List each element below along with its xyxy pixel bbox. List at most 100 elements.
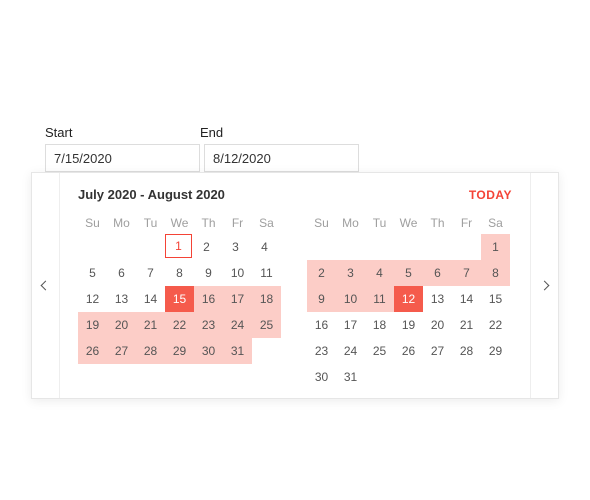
day-cell[interactable]: 11	[252, 260, 281, 286]
day-cell[interactable]: 15	[165, 286, 194, 312]
dow-header: Mo	[336, 212, 365, 234]
dow-header: Th	[194, 212, 223, 234]
day-cell[interactable]: 14	[136, 286, 165, 312]
start-label: Start	[45, 125, 200, 140]
day-cell[interactable]: 4	[365, 260, 394, 286]
day-cell[interactable]: 18	[365, 312, 394, 338]
day-cell[interactable]: 13	[423, 286, 452, 312]
day-cell[interactable]: 23	[194, 312, 223, 338]
dow-header: Su	[78, 212, 107, 234]
dow-header: Mo	[107, 212, 136, 234]
day-cell[interactable]: 11	[365, 286, 394, 312]
day-cell[interactable]: 19	[78, 312, 107, 338]
day-cell[interactable]: 24	[223, 312, 252, 338]
day-cell[interactable]: 16	[194, 286, 223, 312]
day-cell[interactable]: 21	[452, 312, 481, 338]
day-cell[interactable]: 23	[307, 338, 336, 364]
day-cell[interactable]: 6	[423, 260, 452, 286]
day-empty	[78, 234, 107, 260]
end-date-input[interactable]	[204, 144, 359, 172]
day-cell[interactable]: 20	[423, 312, 452, 338]
day-cell[interactable]: 7	[452, 260, 481, 286]
dow-header: Tu	[136, 212, 165, 234]
day-empty	[394, 364, 423, 390]
day-cell[interactable]: 8	[481, 260, 510, 286]
chevron-left-icon	[41, 281, 51, 291]
day-cell[interactable]: 9	[194, 260, 223, 286]
dow-header: We	[165, 212, 194, 234]
day-cell[interactable]: 12	[78, 286, 107, 312]
range-title: July 2020 - August 2020	[78, 187, 225, 202]
day-cell[interactable]: 31	[336, 364, 365, 390]
day-cell[interactable]: 10	[223, 260, 252, 286]
day-cell[interactable]: 2	[307, 260, 336, 286]
day-empty	[365, 234, 394, 260]
day-cell[interactable]: 27	[107, 338, 136, 364]
day-cell[interactable]: 9	[307, 286, 336, 312]
day-cell[interactable]: 28	[452, 338, 481, 364]
day-cell[interactable]: 19	[394, 312, 423, 338]
day-cell[interactable]: 30	[194, 338, 223, 364]
day-cell[interactable]: 26	[78, 338, 107, 364]
day-cell[interactable]: 13	[107, 286, 136, 312]
dow-header: Sa	[252, 212, 281, 234]
dow-header: We	[394, 212, 423, 234]
day-cell[interactable]: 17	[336, 312, 365, 338]
day-cell[interactable]: 25	[365, 338, 394, 364]
chevron-right-icon	[540, 281, 550, 291]
day-cell[interactable]: 10	[336, 286, 365, 312]
day-cell[interactable]: 22	[481, 312, 510, 338]
day-empty	[394, 234, 423, 260]
day-empty	[452, 364, 481, 390]
day-empty	[365, 364, 394, 390]
day-cell[interactable]: 27	[423, 338, 452, 364]
day-cell[interactable]: 29	[165, 338, 194, 364]
today-button[interactable]: TODAY	[469, 188, 512, 202]
day-empty	[481, 364, 510, 390]
day-cell[interactable]: 30	[307, 364, 336, 390]
next-month-nav[interactable]	[530, 173, 558, 398]
day-cell[interactable]: 5	[78, 260, 107, 286]
day-empty	[452, 234, 481, 260]
day-cell[interactable]: 16	[307, 312, 336, 338]
start-date-input[interactable]	[45, 144, 200, 172]
day-cell[interactable]: 25	[252, 312, 281, 338]
day-empty	[336, 234, 365, 260]
weeks-left: 1234567891011121314151617181920212223242…	[78, 234, 281, 364]
day-cell[interactable]: 3	[221, 234, 250, 260]
weeks-right: 1234567891011121314151617181920212223242…	[307, 234, 510, 390]
months-container: SuMoTuWeThFrSa 1234567891011121314151617…	[78, 212, 512, 390]
day-cell[interactable]: 20	[107, 312, 136, 338]
dow-header: Fr	[452, 212, 481, 234]
dow-header: Tu	[365, 212, 394, 234]
day-cell[interactable]: 22	[165, 312, 194, 338]
date-range-popup: July 2020 - August 2020 TODAY SuMoTuWeTh…	[31, 172, 559, 399]
day-cell[interactable]: 18	[252, 286, 281, 312]
day-cell[interactable]: 5	[394, 260, 423, 286]
dow-row: SuMoTuWeThFrSa	[307, 212, 510, 234]
day-cell[interactable]: 3	[336, 260, 365, 286]
day-cell[interactable]: 29	[481, 338, 510, 364]
day-cell[interactable]: 1	[481, 234, 510, 260]
day-cell[interactable]: 12	[394, 286, 423, 312]
day-cell[interactable]: 8	[165, 260, 194, 286]
day-empty	[423, 234, 452, 260]
day-empty	[423, 364, 452, 390]
day-cell[interactable]: 26	[394, 338, 423, 364]
day-cell[interactable]: 6	[107, 260, 136, 286]
day-cell[interactable]: 2	[192, 234, 221, 260]
day-cell[interactable]: 21	[136, 312, 165, 338]
day-cell[interactable]: 14	[452, 286, 481, 312]
month-right: SuMoTuWeThFrSa 1234567891011121314151617…	[307, 212, 510, 390]
prev-month-nav[interactable]	[32, 173, 60, 398]
day-cell[interactable]: 28	[136, 338, 165, 364]
day-cell[interactable]: 17	[223, 286, 252, 312]
dow-header: Su	[307, 212, 336, 234]
day-cell[interactable]: 4	[250, 234, 279, 260]
day-cell[interactable]: 24	[336, 338, 365, 364]
day-cell[interactable]: 31	[223, 338, 252, 364]
day-empty	[136, 234, 165, 260]
day-cell[interactable]: 7	[136, 260, 165, 286]
day-cell[interactable]: 1	[165, 234, 192, 258]
day-cell[interactable]: 15	[481, 286, 510, 312]
